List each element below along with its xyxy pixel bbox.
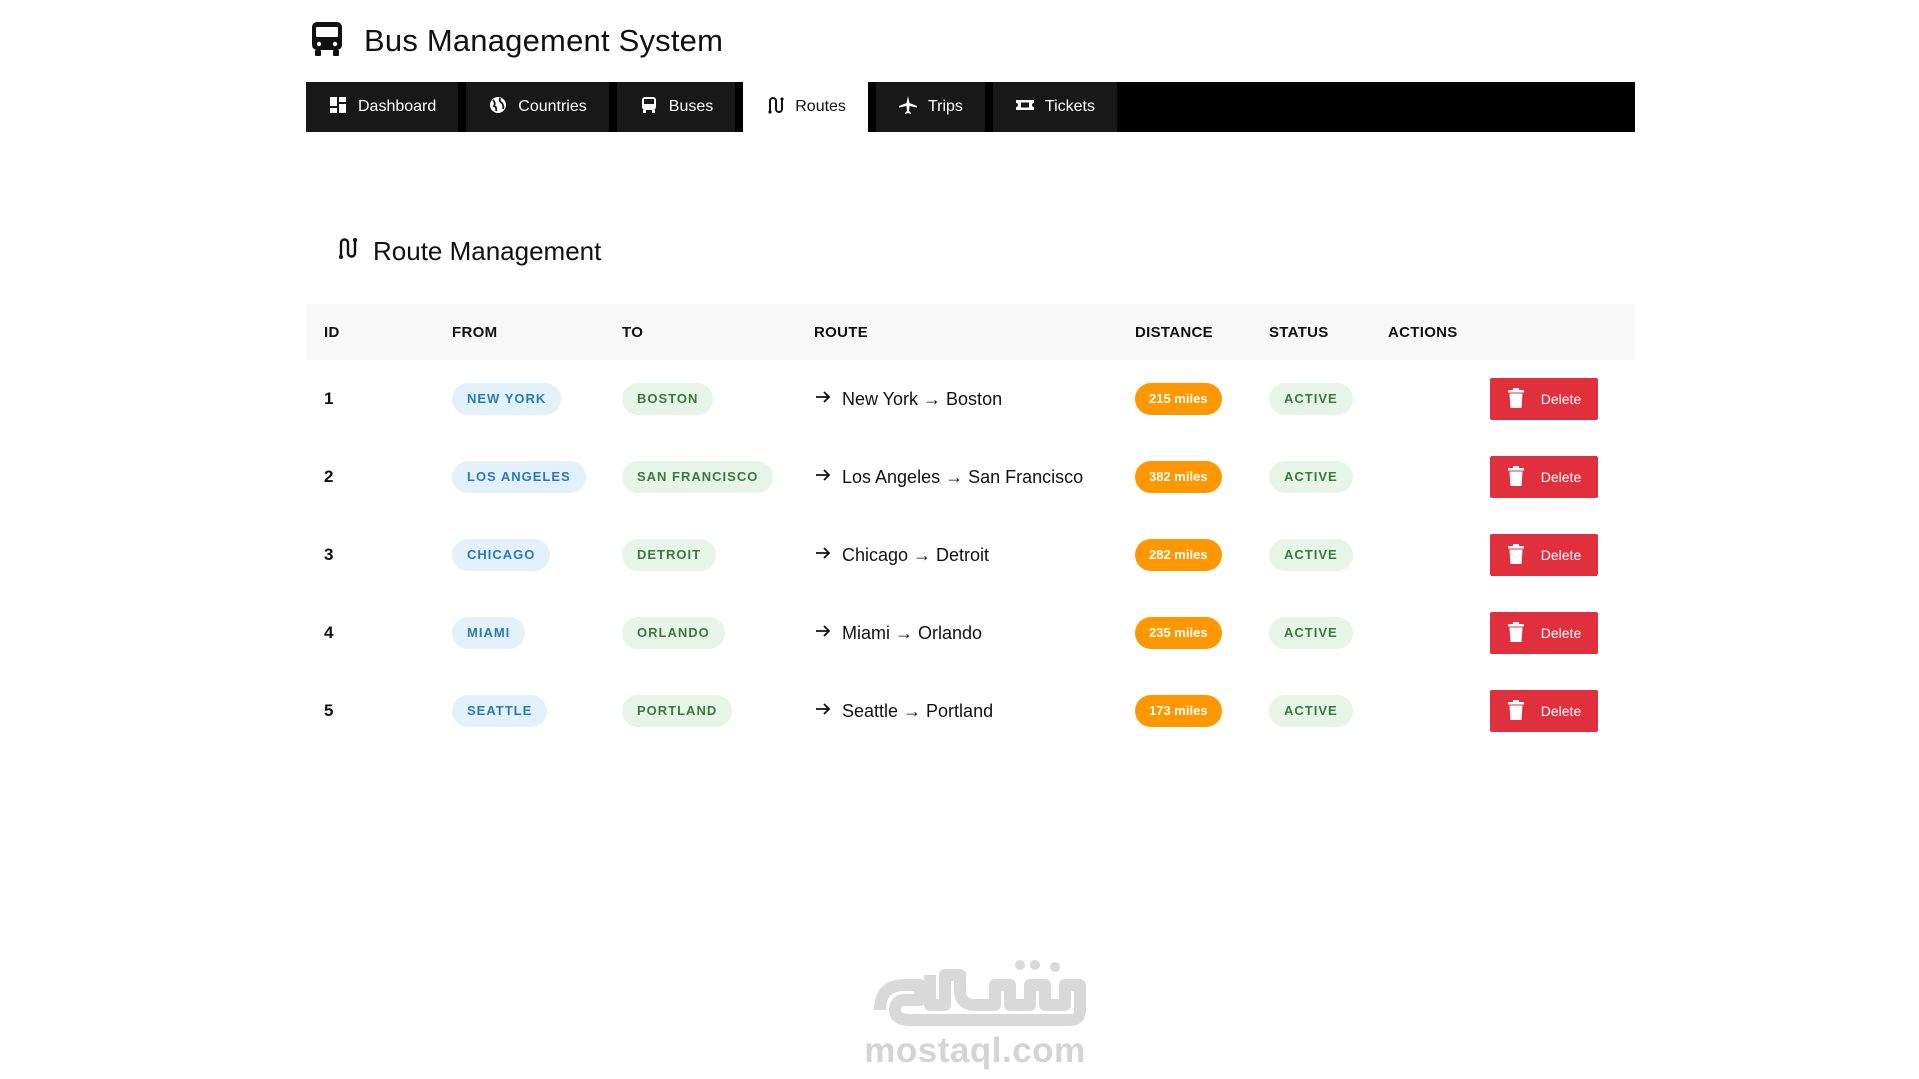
nav-label: Tickets xyxy=(1044,98,1095,115)
dashboard-icon xyxy=(328,95,348,120)
app-title: Bus Management System xyxy=(364,23,724,58)
route-cell: Miami → Orlando xyxy=(814,622,982,645)
bus-icon xyxy=(310,20,344,63)
table-row: 1 NEW YORK BOSTON New York → Boston 215 … xyxy=(306,360,1635,438)
table-row: 4 MIAMI ORLANDO Miami → Orlando 235 mile… xyxy=(306,594,1635,672)
nav-item-buses[interactable]: Buses xyxy=(616,82,736,132)
route-cell: Chicago → Detroit xyxy=(814,544,989,567)
route-id: 2 xyxy=(324,467,334,486)
route-icon xyxy=(765,95,785,120)
table-row: 2 LOS ANGELES SAN FRANCISCO Los Angeles … xyxy=(306,438,1635,516)
table-header: ID FROM TO ROUTE DISTANCE STATUS ACTIONS xyxy=(306,304,1635,360)
trash-icon xyxy=(1507,543,1525,567)
route-id: 3 xyxy=(324,545,334,564)
route-text: Seattle → Portland xyxy=(842,700,994,721)
table-row: 3 CHICAGO DETROIT Chicago → Detroit 282 … xyxy=(306,516,1635,594)
delete-button[interactable]: Delete xyxy=(1490,378,1598,420)
status-badge: ACTIVE xyxy=(1269,617,1353,649)
header-actions: ACTIONS xyxy=(1388,323,1458,341)
table-row: 5 SEATTLE PORTLAND Seattle → Portland 17… xyxy=(306,672,1635,750)
delete-label: Delete xyxy=(1540,469,1582,485)
route-icon xyxy=(335,236,359,267)
delete-button[interactable]: Delete xyxy=(1490,690,1598,732)
arrow-right-icon xyxy=(814,466,832,489)
trash-icon xyxy=(1507,387,1525,411)
nav-label: Countries xyxy=(518,98,587,115)
globe-icon xyxy=(488,95,508,120)
status-badge: ACTIVE xyxy=(1269,695,1353,727)
status-badge: ACTIVE xyxy=(1269,461,1353,493)
delete-button[interactable]: Delete xyxy=(1490,456,1598,498)
from-badge: MIAMI xyxy=(452,617,526,649)
ticket-icon xyxy=(1015,95,1035,120)
nav-label: Buses xyxy=(668,98,714,115)
arrow-right-icon xyxy=(814,622,832,645)
header-from: FROM xyxy=(452,323,498,341)
header-route: ROUTE xyxy=(814,323,868,341)
nav-item-routes[interactable]: Routes xyxy=(743,82,868,132)
route-text: New York → Boston xyxy=(842,388,1003,409)
delete-label: Delete xyxy=(1540,703,1582,719)
to-badge: DETROIT xyxy=(622,539,717,571)
header-distance: DISTANCE xyxy=(1135,323,1213,341)
distance-badge: 382 miles xyxy=(1135,461,1222,493)
route-id: 5 xyxy=(324,701,334,720)
from-badge: LOS ANGELES xyxy=(452,461,586,493)
app-root: Bus Management System Dashboard Countrie… xyxy=(0,0,1919,1079)
from-badge: SEATTLE xyxy=(452,695,548,727)
watermark-logo xyxy=(874,960,1086,1026)
from-badge: CHICAGO xyxy=(452,539,551,571)
distance-badge: 235 miles xyxy=(1135,617,1222,649)
nav-label: Routes xyxy=(795,98,846,115)
app-header: Bus Management System xyxy=(310,18,723,64)
arrow-right-icon xyxy=(814,700,832,723)
delete-button[interactable]: Delete xyxy=(1490,612,1598,654)
trash-icon xyxy=(1507,465,1525,489)
routes-table: ID FROM TO ROUTE DISTANCE STATUS ACTIONS… xyxy=(306,304,1635,750)
route-text: Chicago → Detroit xyxy=(842,544,990,565)
route-cell: Seattle → Portland xyxy=(814,700,993,723)
to-badge: ORLANDO xyxy=(622,617,725,649)
to-badge: PORTLAND xyxy=(622,695,733,727)
main-nav: Dashboard Countries Buses Routes Trips T… xyxy=(306,82,1635,132)
route-id: 4 xyxy=(324,623,334,642)
watermark: mostaql.com xyxy=(855,955,1095,1071)
plane-icon xyxy=(898,95,918,120)
distance-badge: 215 miles xyxy=(1135,383,1222,415)
nav-label: Dashboard xyxy=(358,98,437,115)
nav-item-countries[interactable]: Countries xyxy=(466,82,609,132)
route-text: Miami → Orlando xyxy=(842,622,983,643)
route-cell: New York → Boston xyxy=(814,388,1002,411)
nav-item-tickets[interactable]: Tickets xyxy=(992,82,1117,132)
section-header: Route Management xyxy=(335,236,601,267)
delete-label: Delete xyxy=(1540,391,1582,407)
nav-item-trips[interactable]: Trips xyxy=(875,82,985,132)
nav-label: Trips xyxy=(927,98,963,115)
delete-button[interactable]: Delete xyxy=(1490,534,1598,576)
route-cell: Los Angeles → San Francisco xyxy=(814,466,1083,489)
header-to: TO xyxy=(622,323,644,341)
distance-badge: 282 miles xyxy=(1135,539,1222,571)
watermark-text: mostaql.com xyxy=(864,1031,1086,1070)
header-status: STATUS xyxy=(1269,323,1329,341)
distance-badge: 173 miles xyxy=(1135,695,1222,727)
arrow-right-icon xyxy=(814,388,832,411)
delete-label: Delete xyxy=(1540,547,1582,563)
trash-icon xyxy=(1507,699,1525,723)
from-badge: NEW YORK xyxy=(452,383,562,415)
trash-icon xyxy=(1507,621,1525,645)
status-badge: ACTIVE xyxy=(1269,383,1353,415)
nav-item-dashboard[interactable]: Dashboard xyxy=(306,82,459,132)
section-title: Route Management xyxy=(373,236,602,266)
bus-icon xyxy=(639,95,659,120)
route-id: 1 xyxy=(324,389,334,408)
to-badge: SAN FRANCISCO xyxy=(622,461,774,493)
arrow-right-icon xyxy=(814,544,832,567)
delete-label: Delete xyxy=(1540,625,1582,641)
status-badge: ACTIVE xyxy=(1269,539,1353,571)
to-badge: BOSTON xyxy=(622,383,714,415)
route-text: Los Angeles → San Francisco xyxy=(842,466,1084,487)
header-id: ID xyxy=(324,323,340,341)
